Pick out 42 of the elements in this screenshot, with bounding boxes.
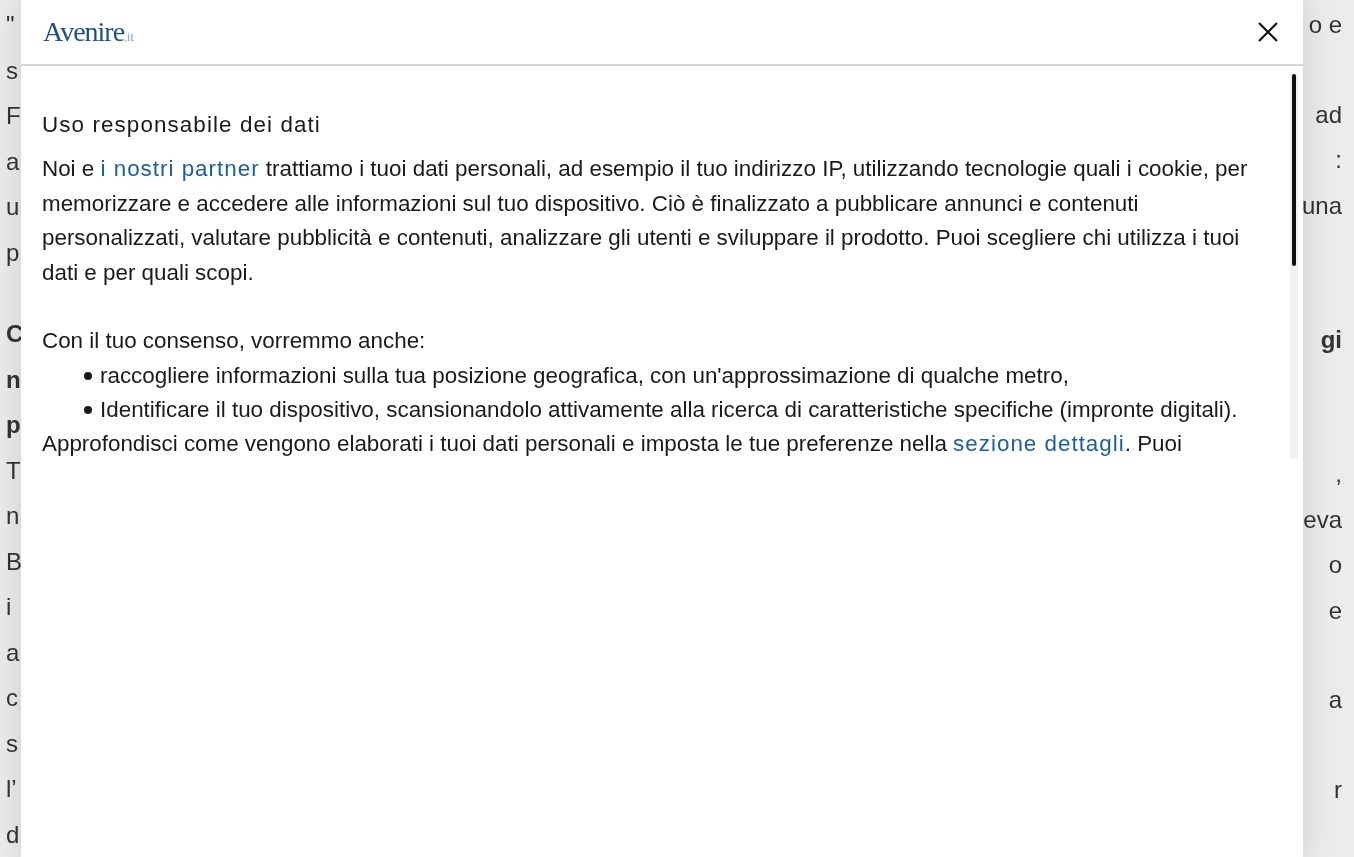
bullet-icon bbox=[84, 371, 92, 380]
article-text-fragment: F bbox=[6, 102, 21, 129]
article-text-fragment: eva bbox=[1303, 505, 1342, 533]
article-text-fragment: a bbox=[6, 147, 20, 175]
article-text-fragment: gi bbox=[1320, 325, 1342, 353]
consent-item: raccogliere informazioni sulla tua posizione geografica, con un'approssimazione di qualche metro, bbox=[100, 361, 1069, 390]
article-text-fragment: s bbox=[6, 56, 18, 84]
article-text-fragment: B bbox=[6, 547, 22, 575]
article-text-fragment: p bbox=[6, 238, 20, 266]
details-link[interactable]: sezione dettagli bbox=[953, 430, 1125, 456]
article-text-fragment: c bbox=[6, 684, 18, 711]
intro-paragraph: Noi e i nostri partner trattiamo i tuoi dati personali, ad esempio il tuo indirizzo IP, utilizzando tecnologie quali i cookie, per memorizzare e accedere alle informazioni sul tuo dispositivo. Ciò è finalizzato a pubblicare annunci e contenuti personalizzati, valutare pubblicità e contenuti, analizzare gli utenti e sviluppare il prodotto. Puoi scegliere chi utilizza i tuoi dati e per quali scopi. bbox=[42, 155, 1249, 287]
article-text-fragment: s bbox=[6, 729, 18, 757]
article-text-fragment: : bbox=[1335, 146, 1342, 174]
article-text-fragment: a bbox=[6, 638, 20, 666]
logo: Avenire.it bbox=[43, 16, 134, 48]
consent-heading: Con il tuo consenso, vorremmo anche: bbox=[42, 327, 427, 355]
article-text-fragment: r bbox=[1334, 776, 1342, 804]
article-text-fragment: p bbox=[6, 411, 21, 438]
article-text-fragment: , bbox=[1335, 460, 1342, 488]
article-text-fragment: n bbox=[6, 365, 21, 393]
details-paragraph: Approfondisci come vengono elaborati i tuoi dati personali e imposta le tue preferenze nella sezione dettagli. Puoi bbox=[42, 429, 1183, 458]
article-text-fragment: l’ bbox=[6, 775, 17, 802]
partners-link[interactable]: i nostri partner bbox=[100, 156, 260, 181]
article-text-fragment: ad bbox=[1315, 100, 1342, 128]
article-text-fragment: a bbox=[1328, 686, 1342, 714]
article-text-fragment: o e bbox=[1308, 11, 1342, 38]
article-text-fragment: n bbox=[6, 502, 20, 529]
article-text-fragment: u bbox=[6, 193, 20, 220]
bullet-icon bbox=[84, 405, 92, 414]
article-text-fragment: C bbox=[6, 320, 24, 347]
article-text-fragment: " bbox=[6, 11, 15, 38]
article-text-fragment: e bbox=[1328, 596, 1342, 624]
dialog-title: Uso responsabile dei dati bbox=[42, 112, 322, 138]
consent-item: Identificare il tuo dispositivo, scansionandolo attivamente alla ricerca di caratteristiche specifiche (impronte digitali). bbox=[100, 395, 1238, 424]
scrollbar[interactable] bbox=[1290, 74, 1298, 459]
article-text-fragment: i bbox=[6, 593, 12, 620]
article-text-fragment: T bbox=[6, 456, 21, 484]
close-icon bbox=[1257, 21, 1279, 43]
article-text-fragment: d bbox=[6, 820, 20, 848]
article-text-fragment: una bbox=[1301, 191, 1342, 219]
article-text-fragment: o bbox=[1328, 551, 1342, 579]
